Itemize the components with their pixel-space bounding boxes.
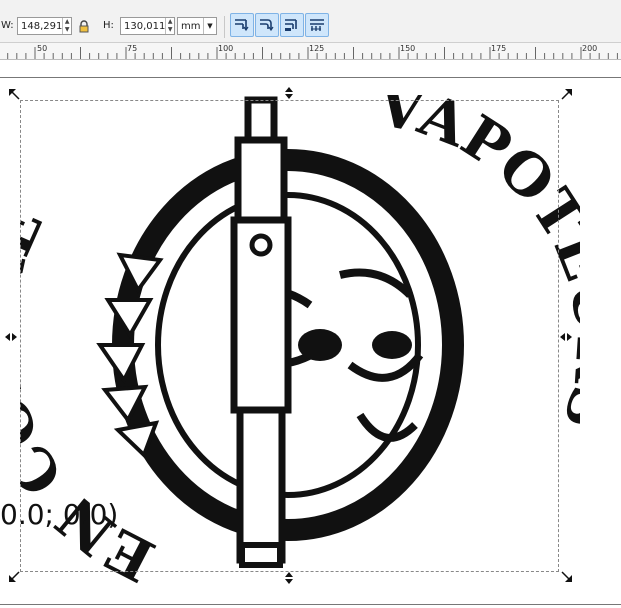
ruler-label: 50 — [37, 44, 48, 53]
page-border-top — [0, 77, 621, 78]
height-label: H: — [103, 20, 114, 31]
width-field[interactable]: 148,291 ▲ ▼ — [17, 17, 72, 35]
width-label: W: — [1, 20, 14, 31]
height-spinner[interactable]: ▲ ▼ — [165, 18, 174, 34]
resize-handle-left[interactable] — [5, 331, 17, 343]
move-patterns-icon — [310, 19, 324, 31]
horizontal-ruler[interactable]: 50 75 100 125 150 175 200 — [0, 43, 621, 60]
page-border-bottom — [0, 604, 621, 605]
coordinate-text: 0.0; 0.0) — [0, 498, 119, 531]
chevron-down-icon[interactable]: ▼ — [203, 18, 216, 34]
resize-handle-bottom-left[interactable] — [8, 571, 20, 583]
ruler-label: 175 — [491, 44, 507, 53]
resize-handle-top-left[interactable] — [8, 88, 20, 100]
height-value: 130,011 — [124, 20, 166, 32]
spin-down-icon[interactable]: ▼ — [63, 26, 71, 34]
resize-handle-top[interactable] — [283, 87, 295, 99]
ruler-label: 200 — [582, 44, 598, 53]
resize-handle-bottom[interactable] — [283, 572, 295, 584]
spin-up-icon[interactable]: ▲ — [63, 18, 71, 26]
spin-up-icon[interactable]: ▲ — [166, 18, 174, 26]
scale-corners-icon — [260, 19, 274, 32]
move-patterns-toggle[interactable] — [305, 13, 329, 37]
height-field[interactable]: 130,011 ▲ ▼ — [120, 17, 175, 35]
tool-controls-bar: W: 148,291 ▲ ▼ H: 130,011 ▲ ▼ mm ▼ — [0, 0, 621, 43]
resize-handle-top-right[interactable] — [561, 88, 573, 100]
ruler-label: 125 — [309, 44, 325, 53]
spin-down-icon[interactable]: ▼ — [166, 26, 174, 34]
resize-handle-bottom-right[interactable] — [561, 571, 573, 583]
ruler-label: 75 — [127, 44, 138, 53]
width-value: 148,291 — [21, 20, 63, 32]
move-gradients-icon — [285, 19, 297, 31]
toolbar-separator — [224, 16, 225, 38]
scale-stroke-toggle[interactable] — [230, 13, 254, 37]
move-gradients-toggle[interactable] — [280, 13, 304, 37]
width-spinner[interactable]: ▲ ▼ — [62, 18, 71, 34]
scale-corners-toggle[interactable] — [255, 13, 279, 37]
ruler-label: 150 — [400, 44, 416, 53]
resize-handle-right[interactable] — [560, 331, 572, 343]
unit-value: mm — [181, 20, 201, 32]
unit-select[interactable]: mm ▼ — [177, 17, 217, 35]
lock-icon[interactable] — [77, 19, 91, 33]
ruler-label: 100 — [218, 44, 234, 53]
scale-stroke-icon — [235, 19, 249, 32]
